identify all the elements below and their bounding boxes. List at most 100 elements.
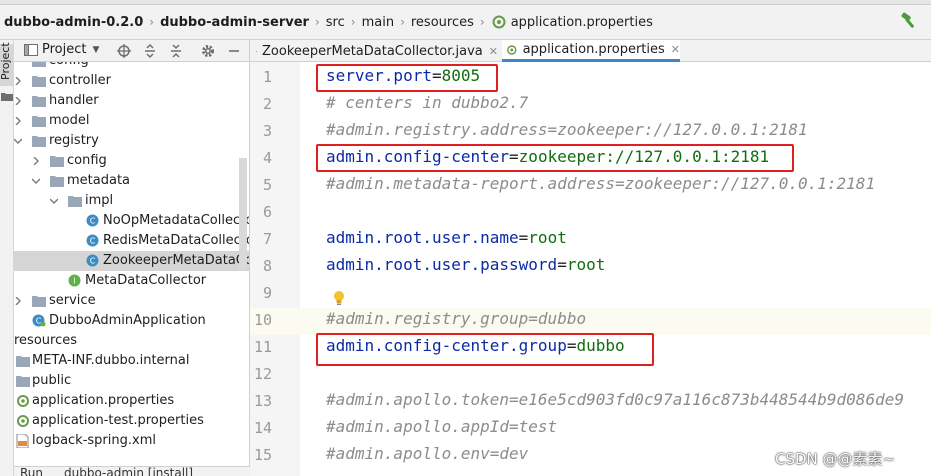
chevron-right-icon[interactable] bbox=[32, 157, 40, 165]
properties-file-icon bbox=[492, 15, 506, 29]
tree-item-service[interactable]: service bbox=[14, 291, 250, 311]
svg-text:C: C bbox=[90, 257, 96, 266]
line-number: 6 bbox=[262, 203, 272, 221]
svg-text:C: C bbox=[90, 217, 96, 226]
line-number: 8 bbox=[262, 257, 272, 275]
tab-application-properties[interactable]: application.properties ✕ bbox=[502, 40, 680, 62]
class-icon: C bbox=[86, 214, 99, 227]
line-number: 4 bbox=[262, 149, 272, 167]
tree-item-zookeeper-collector[interactable]: C ZookeeperMetaDataCollector bbox=[14, 251, 250, 271]
tab-zookeeper-collector[interactable]: C ZookeeperMetaDataCollector.java ✕ bbox=[256, 40, 498, 62]
chevron-down-icon: ▼ bbox=[92, 44, 100, 55]
folder-icon bbox=[32, 296, 46, 307]
code-line-13[interactable]: #admin.apollo.token=e16e5cd903fd0c97a116… bbox=[326, 390, 904, 409]
folder-icon bbox=[1, 93, 13, 101]
tree-item-model[interactable]: model bbox=[14, 111, 250, 131]
tree-item-dubbo-admin-application[interactable]: C DubboAdminApplication bbox=[14, 311, 250, 331]
breadcrumb-src[interactable]: src bbox=[326, 15, 345, 30]
code-line-10[interactable]: #admin.registry.group=dubbo bbox=[326, 309, 586, 328]
tree-item-application-properties[interactable]: application.properties bbox=[14, 391, 250, 411]
tree-item-public[interactable]: public bbox=[14, 371, 250, 391]
chevron-right-icon[interactable] bbox=[14, 97, 22, 105]
line-number: 2 bbox=[262, 95, 272, 113]
tree-item-noop-collector[interactable]: C NoOpMetadataCollector bbox=[14, 211, 250, 231]
properties-file-icon bbox=[17, 395, 29, 407]
class-icon: C bbox=[86, 234, 99, 247]
tree-item-logback-xml[interactable]: logback-spring.xml bbox=[14, 431, 250, 451]
tree-item-impl[interactable]: impl bbox=[14, 191, 250, 211]
project-view-selector[interactable]: Project ▼ bbox=[24, 42, 99, 57]
close-icon[interactable]: ✕ bbox=[671, 43, 680, 56]
folder-icon bbox=[32, 76, 46, 87]
tree-item-registry[interactable]: registry bbox=[14, 131, 250, 151]
tree-scrollbar[interactable] bbox=[239, 158, 247, 270]
breadcrumb-main[interactable]: main bbox=[362, 15, 394, 30]
breadcrumb-module[interactable]: dubbo-admin-server bbox=[160, 15, 309, 30]
project-tool-button[interactable]: Project bbox=[0, 42, 14, 86]
lightbulb-icon[interactable] bbox=[332, 290, 346, 306]
folder-icon bbox=[50, 176, 64, 187]
line-number: 9 bbox=[262, 284, 272, 302]
chevron-right-icon: › bbox=[149, 15, 155, 29]
folder-icon bbox=[32, 62, 46, 67]
chevron-right-icon: › bbox=[314, 15, 320, 29]
breadcrumb: dubbo-admin-0.2.0 › dubbo-admin-server ›… bbox=[0, 12, 653, 32]
locate-target-icon[interactable] bbox=[116, 43, 132, 59]
chevron-right-icon[interactable] bbox=[14, 77, 22, 85]
annotation-box-server-port bbox=[316, 64, 498, 92]
gear-icon[interactable] bbox=[200, 43, 216, 59]
tree-item-resources[interactable]: resources bbox=[14, 331, 250, 351]
breadcrumb-file[interactable]: application.properties bbox=[511, 15, 653, 30]
tree-item-config[interactable]: config bbox=[14, 62, 250, 71]
chevron-down-icon[interactable] bbox=[14, 137, 22, 145]
folder-icon bbox=[16, 376, 30, 387]
run-config-label[interactable]: dubbo-admin [install] bbox=[64, 467, 193, 476]
code-line-5[interactable]: #admin.metadata-report.address=zookeeper… bbox=[326, 174, 875, 193]
folder-icon bbox=[32, 116, 46, 127]
tree-item-application-test-properties[interactable]: application-test.properties bbox=[14, 411, 250, 431]
line-number: 15 bbox=[253, 446, 272, 464]
tree-item-metadata-collector[interactable]: I MetaDataCollector bbox=[14, 271, 250, 291]
code-line-7[interactable]: admin.root.user.name=root bbox=[326, 228, 567, 247]
xml-file-icon bbox=[16, 434, 29, 448]
spring-class-icon: C bbox=[32, 314, 46, 327]
chevron-right-icon: › bbox=[400, 15, 405, 29]
run-tab-label[interactable]: Run bbox=[20, 467, 43, 476]
line-number: 12 bbox=[253, 365, 272, 383]
tree-item-metadata[interactable]: metadata bbox=[14, 171, 250, 191]
chevron-right-icon: › bbox=[350, 15, 356, 29]
code-line-15[interactable]: #admin.apollo.env=dev bbox=[326, 444, 528, 463]
line-number: 1 bbox=[262, 68, 272, 86]
editor-tabs: C ZookeeperMetaDataCollector.java ✕ appl… bbox=[250, 40, 931, 62]
line-number: 14 bbox=[253, 419, 272, 437]
minimize-icon[interactable] bbox=[226, 43, 242, 59]
navigation-bar: dubbo-admin-0.2.0 › dubbo-admin-server ›… bbox=[0, 0, 931, 40]
folder-icon bbox=[32, 136, 46, 147]
annotation-box-config-center bbox=[316, 144, 794, 172]
chevron-right-icon[interactable] bbox=[14, 297, 22, 305]
collapse-all-icon[interactable] bbox=[168, 43, 184, 59]
chevron-down-icon[interactable] bbox=[50, 197, 58, 205]
expand-all-icon[interactable] bbox=[142, 43, 158, 59]
tree-item-registry-config[interactable]: config bbox=[14, 151, 250, 171]
chevron-down-icon[interactable] bbox=[32, 177, 40, 185]
chevron-right-icon[interactable] bbox=[14, 117, 22, 125]
class-icon: C bbox=[256, 50, 257, 52]
tree-item-meta-inf[interactable]: META-INF.dubbo.internal bbox=[14, 351, 250, 371]
project-tool-label: Project bbox=[0, 42, 12, 80]
close-icon[interactable]: ✕ bbox=[489, 45, 498, 58]
code-line-2[interactable]: # centers in dubbo2.7 bbox=[326, 93, 528, 112]
left-tool-stripe: Project bbox=[0, 40, 14, 476]
tree-item-redis-collector[interactable]: C RedisMetaDataCollector bbox=[14, 231, 250, 251]
code-line-8[interactable]: admin.root.user.password=root bbox=[326, 255, 605, 274]
code-line-14[interactable]: #admin.apollo.appId=test bbox=[326, 417, 557, 436]
breadcrumb-project[interactable]: dubbo-admin-0.2.0 bbox=[4, 15, 143, 30]
code-line-3[interactable]: #admin.registry.address=zookeeper://127.… bbox=[326, 120, 808, 139]
build-hammer-icon[interactable] bbox=[900, 12, 920, 30]
project-view-icon bbox=[24, 43, 38, 56]
svg-text:I: I bbox=[73, 277, 75, 286]
breadcrumb-resources[interactable]: resources bbox=[411, 15, 474, 30]
tree-item-handler[interactable]: handler bbox=[14, 91, 250, 111]
tree-item-controller[interactable]: controller bbox=[14, 71, 250, 91]
csdn-watermark: CSDN @@素素~ bbox=[775, 450, 896, 468]
